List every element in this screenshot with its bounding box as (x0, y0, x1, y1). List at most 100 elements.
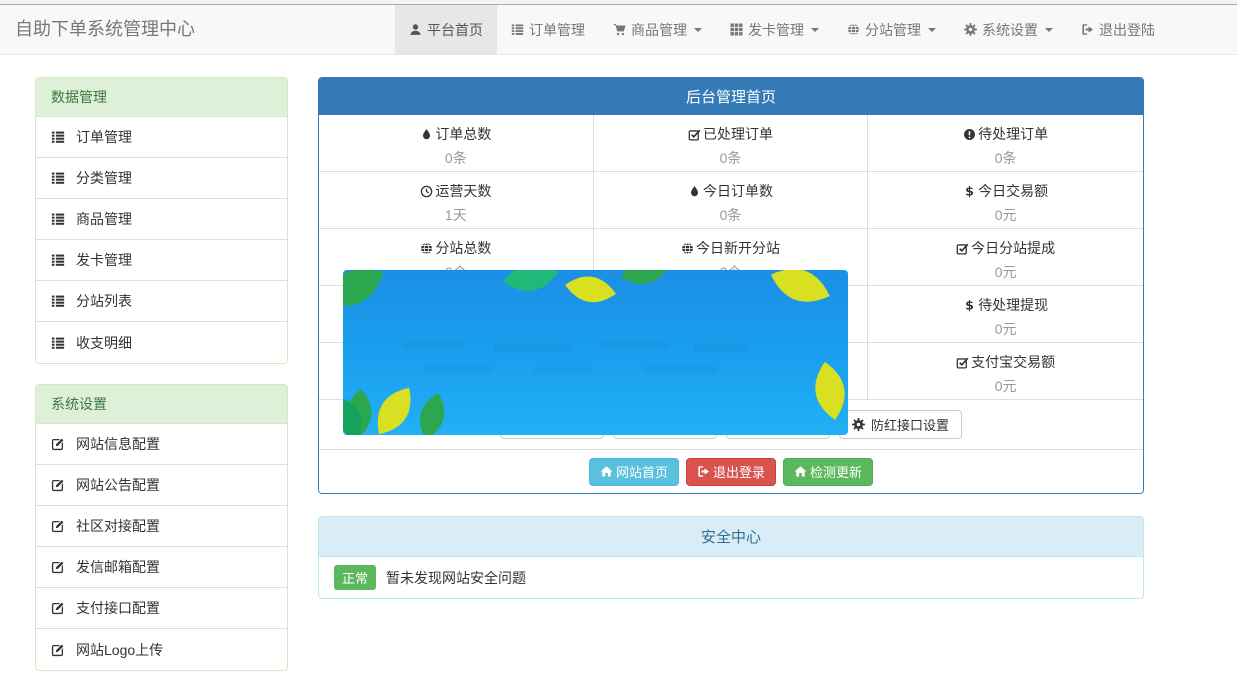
stat-value: 0条 (319, 148, 593, 168)
user-icon (409, 23, 422, 36)
navbar-menu: 平台首页 订单管理 商品管理 发卡管理 分站管理 系统设置 退出登陆 (395, 5, 1237, 54)
stat-label: 分站总数 (435, 238, 491, 258)
sidebar-data-panel: 数据管理 订单管理 分类管理 商品管理 发卡管理 分站列表 (35, 77, 288, 364)
nav-item-system-settings[interactable]: 系统设置 (950, 5, 1067, 54)
edit-icon (51, 519, 65, 533)
status-badge: 正常 (334, 565, 376, 590)
check-square-icon (956, 242, 969, 255)
sidebar-item-site-announcement-config[interactable]: 网站公告配置 (36, 465, 287, 506)
stat-label: 今日订单数 (703, 181, 773, 201)
security-center-title: 安全中心 (319, 517, 1143, 557)
stat-label: 今日分站提成 (971, 238, 1055, 258)
nav-item-order-management[interactable]: 订单管理 (497, 5, 599, 54)
edit-icon (51, 643, 65, 657)
home-icon (600, 465, 613, 478)
stat-cell-today-transaction-amount: 今日交易额 0元 (868, 172, 1143, 229)
nav-item-product-management[interactable]: 商品管理 (599, 5, 716, 54)
stat-label: 支付宝交易额 (971, 352, 1055, 372)
dashboard-panel-title: 后台管理首页 (319, 78, 1143, 115)
sidebar-item-site-logo-upload[interactable]: 网站Logo上传 (36, 629, 287, 670)
sidebar-item-card-management[interactable]: 发卡管理 (36, 240, 287, 281)
nav-item-label: 平台首页 (427, 20, 483, 40)
stat-value: 0条 (594, 148, 868, 168)
sidebar-item-site-info-config[interactable]: 网站信息配置 (36, 424, 287, 465)
nav-item-label: 订单管理 (529, 20, 585, 40)
security-message: 暂未发现网站安全问题 (386, 568, 526, 588)
gear-icon (964, 23, 977, 36)
stat-cell-today-substation-commission: 今日分站提成 0元 (868, 229, 1143, 286)
dashboard-footer: 网站首页 退出登录 检测更新 (319, 450, 1143, 493)
caret-down-icon (811, 28, 819, 32)
edit-icon (51, 560, 65, 574)
sidebar-item-label: 发卡管理 (76, 250, 132, 270)
edit-icon (51, 478, 65, 492)
sidebar-item-outgoing-mail-config[interactable]: 发信邮箱配置 (36, 547, 287, 588)
anti-red-interface-settings-button[interactable]: 防红接口设置 (839, 410, 962, 439)
app-title: 自助下单系统管理中心 (15, 5, 195, 54)
stat-cell-operating-days: 运营天数 1天 (319, 172, 594, 229)
stat-cell-alipay-transaction-amount: 支付宝交易额 0元 (868, 343, 1143, 400)
nav-item-label: 发卡管理 (748, 20, 804, 40)
button-label: 网站首页 (616, 462, 668, 481)
stat-label: 今日新开分站 (696, 238, 780, 258)
nav-item-logout[interactable]: 退出登陆 (1067, 5, 1169, 54)
list-icon (51, 212, 65, 226)
sidebar-item-label: 网站信息配置 (76, 434, 160, 454)
check-update-button[interactable]: 检测更新 (783, 458, 873, 486)
caret-down-icon (928, 28, 936, 32)
sidebar-item-income-expense-details[interactable]: 收支明细 (36, 322, 287, 363)
check-square-icon (956, 356, 969, 369)
globe-icon (420, 242, 433, 255)
th-grid-icon (730, 23, 743, 36)
sidebar-item-community-docking-config[interactable]: 社区对接配置 (36, 506, 287, 547)
clock-icon (420, 185, 433, 198)
nav-item-label: 系统设置 (982, 20, 1038, 40)
stat-value: 1天 (319, 205, 593, 225)
button-label: 退出登录 (713, 462, 765, 481)
sidebar-data-panel-title: 数据管理 (36, 78, 287, 117)
sidebar-item-label: 网站公告配置 (76, 475, 160, 495)
sidebar-item-label: 分类管理 (76, 168, 132, 188)
nav-item-substation-management[interactable]: 分站管理 (833, 5, 950, 54)
tint-icon (420, 128, 433, 141)
stat-cell-processed-orders: 已处理订单 0条 (594, 115, 869, 172)
dollar-icon (963, 299, 976, 312)
stat-label: 订单总数 (435, 124, 491, 144)
caret-down-icon (694, 28, 702, 32)
check-square-icon (688, 128, 701, 141)
gear-icon (852, 418, 865, 431)
sidebar-item-category-management[interactable]: 分类管理 (36, 158, 287, 199)
sidebar-settings-panel: 系统设置 网站信息配置 网站公告配置 社区对接配置 发信邮箱配置 支付接口配置 (35, 384, 288, 671)
tint-icon (688, 185, 701, 198)
stat-value: 0条 (594, 205, 868, 225)
stat-value: 0元 (868, 319, 1143, 339)
sidebar-item-order-management[interactable]: 订单管理 (36, 117, 287, 158)
cart-icon (613, 23, 626, 36)
dollar-icon (963, 185, 976, 198)
nav-item-platform-home[interactable]: 平台首页 (395, 5, 497, 54)
sidebar-item-product-management[interactable]: 商品管理 (36, 199, 287, 240)
sign-out-icon (697, 465, 710, 478)
stat-cell-total-orders: 订单总数 0条 (319, 115, 594, 172)
globe-icon (681, 242, 694, 255)
sign-out-icon (1081, 23, 1094, 36)
list-icon (51, 336, 65, 350)
stat-label: 待处理订单 (978, 124, 1048, 144)
sidebar-item-label: 商品管理 (76, 209, 132, 229)
sidebar-item-substation-list[interactable]: 分站列表 (36, 281, 287, 322)
sidebar-item-label: 社区对接配置 (76, 516, 160, 536)
logout-button[interactable]: 退出登录 (686, 458, 776, 486)
stat-cell-pending-withdrawal: 待处理提现 0元 (868, 286, 1143, 343)
sidebar-item-payment-interface-config[interactable]: 支付接口配置 (36, 588, 287, 629)
sidebar-item-label: 发信邮箱配置 (76, 557, 160, 577)
sidebar: 数据管理 订单管理 分类管理 商品管理 发卡管理 分站列表 (35, 77, 288, 691)
stat-value: 0元 (868, 205, 1143, 225)
stat-cell-pending-orders: 待处理订单 0条 (868, 115, 1143, 172)
nav-item-card-management[interactable]: 发卡管理 (716, 5, 833, 54)
edit-icon (51, 437, 65, 451)
button-label: 防红接口设置 (871, 415, 949, 434)
list-icon (51, 130, 65, 144)
stat-cell-today-orders: 今日订单数 0条 (594, 172, 869, 229)
stat-value: 0元 (868, 262, 1143, 282)
site-home-button[interactable]: 网站首页 (589, 458, 679, 486)
